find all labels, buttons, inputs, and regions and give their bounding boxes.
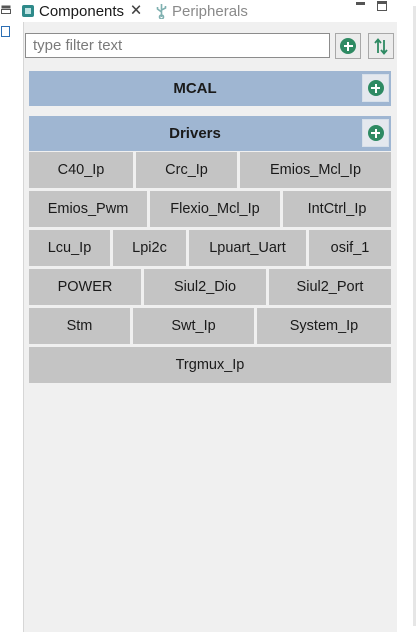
component-button-siul2-dio[interactable]: Siul2_Dio — [144, 269, 269, 305]
component-button-system-ip[interactable]: System_Ip — [257, 308, 391, 344]
add-driver-button[interactable] — [362, 119, 389, 147]
usb-icon — [156, 3, 167, 19]
component-button-emios-pwm[interactable]: Emios_Pwm — [29, 191, 150, 227]
components-panel: MCAL Drivers C40_Ip Crc_Ip Emios_Mcl_Ip … — [23, 22, 397, 632]
drivers-row: Trgmux_Ip — [29, 347, 391, 383]
view-icon[interactable] — [1, 26, 10, 37]
filter-input[interactable] — [25, 33, 330, 58]
component-button-crc-ip[interactable]: Crc_Ip — [136, 152, 240, 188]
component-button-c40-ip[interactable]: C40_Ip — [29, 152, 136, 188]
component-button-emios-mcl-ip[interactable]: Emios_Mcl_Ip — [240, 152, 391, 188]
drivers-row: POWER Siul2_Dio Siul2_Port — [29, 269, 391, 305]
right-edge — [403, 0, 416, 632]
component-button-stm[interactable]: Stm — [29, 308, 133, 344]
component-button-lpuart-uart[interactable]: Lpuart_Uart — [189, 230, 309, 266]
component-button-power[interactable]: POWER — [29, 269, 144, 305]
component-button-flexio-mcl-ip[interactable]: Flexio_Mcl_Ip — [150, 191, 283, 227]
maximize-icon[interactable] — [377, 1, 387, 11]
tab-bar: Components 🗙 Peripherals — [17, 0, 403, 22]
tab-peripherals-label: Peripherals — [172, 2, 248, 20]
components-icon — [22, 5, 34, 17]
sort-icon — [374, 37, 388, 55]
close-icon[interactable]: 🗙 — [131, 0, 141, 22]
add-circle-icon — [367, 80, 384, 96]
component-button-siul2-port[interactable]: Siul2_Port — [269, 269, 391, 305]
add-circle-icon — [367, 125, 384, 141]
section-header-drivers[interactable]: Drivers — [29, 116, 391, 151]
component-button-trgmux-ip[interactable]: Trgmux_Ip — [29, 347, 391, 383]
component-button-intctrl-ip[interactable]: IntCtrl_Ip — [283, 191, 391, 227]
restore-icon[interactable] — [1, 5, 11, 14]
tab-components-label: Components — [39, 2, 125, 20]
drivers-row: Lcu_Ip Lpi2c Lpuart_Uart osif_1 — [29, 230, 391, 266]
drivers-row: C40_Ip Crc_Ip Emios_Mcl_Ip — [29, 152, 391, 188]
section-header-mcal[interactable]: MCAL — [29, 71, 391, 106]
add-circle-icon — [340, 38, 356, 54]
drivers-row: Emios_Pwm Flexio_Mcl_Ip IntCtrl_Ip — [29, 191, 391, 227]
minimize-icon[interactable] — [355, 1, 366, 12]
tab-peripherals[interactable]: Peripherals — [155, 0, 248, 22]
add-mcal-button[interactable] — [362, 74, 389, 102]
tab-components[interactable]: Components 🗙 — [17, 0, 151, 22]
drivers-grid: C40_Ip Crc_Ip Emios_Mcl_Ip Emios_Pwm Fle… — [29, 152, 391, 383]
component-button-swt-ip[interactable]: Swt_Ip — [133, 308, 257, 344]
section-title-drivers: Drivers — [169, 125, 221, 142]
add-component-button[interactable] — [335, 33, 361, 59]
component-button-osif-1[interactable]: osif_1 — [309, 230, 391, 266]
component-button-lcu-ip[interactable]: Lcu_Ip — [29, 230, 113, 266]
section-title-mcal: MCAL — [173, 80, 217, 97]
left-gutter — [0, 0, 17, 632]
component-button-lpi2c[interactable]: Lpi2c — [113, 230, 189, 266]
drivers-row: Stm Swt_Ip System_Ip — [29, 308, 391, 344]
sort-button[interactable] — [368, 33, 394, 59]
